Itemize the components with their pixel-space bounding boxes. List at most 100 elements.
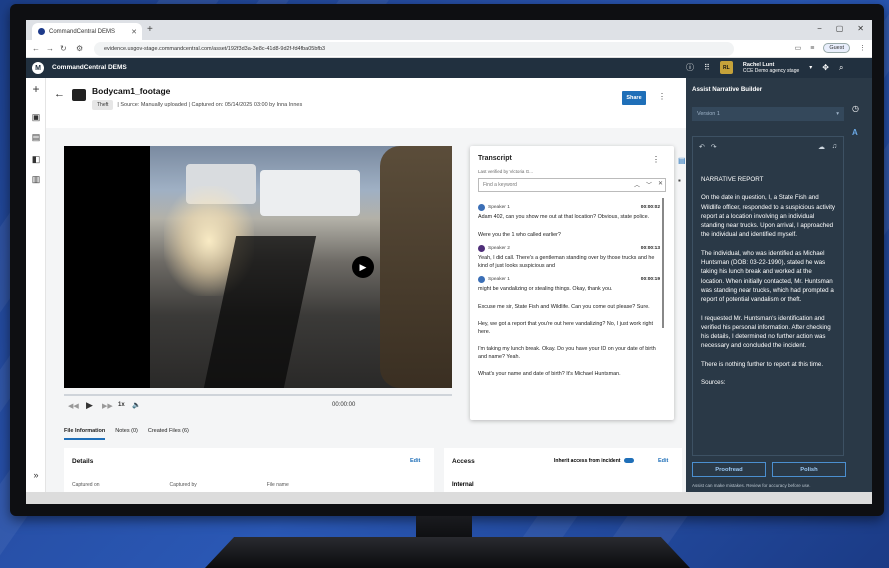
tab-file-information[interactable]: File Information	[64, 428, 106, 440]
timestamp[interactable]: 00:00:13	[641, 246, 660, 251]
narrative-paragraph: There is nothing further to report at th…	[701, 360, 824, 368]
narrative-paragraph: Sources:	[701, 379, 726, 387]
cloud-icon[interactable]: ☁	[818, 143, 825, 151]
close-window-icon[interactable]: ✕	[857, 24, 864, 33]
expand-rail-icon[interactable]: »	[31, 470, 41, 480]
forward-arrow-icon[interactable]: →	[46, 44, 54, 53]
guest-profile-button[interactable]: Guest	[823, 43, 850, 53]
narrative-paragraph: On the date in question, I, a State Fish…	[701, 194, 836, 239]
back-button[interactable]: ←	[54, 88, 65, 100]
browser-tab-bar: CommandCentral DEMS ✕ + − ▢ ✕	[26, 20, 872, 40]
apps-grid-icon[interactable]: ⠿	[704, 63, 710, 72]
disclaimer: Assist can make mistakes. Review for acc…	[692, 483, 811, 488]
narrative-paragraph: I requested Mr. Huntsman's identificatio…	[701, 314, 831, 350]
info-icon[interactable]: ⓘ	[686, 62, 694, 73]
details-panel: Details Edit Captured on Captured by Fil…	[64, 448, 434, 492]
asset-title-row: ← Bodycam1_footage Theft | Source: Manua…	[46, 78, 686, 128]
site-info-icon[interactable]: ⚙	[76, 44, 83, 53]
narrative-heading: NARRATIVE REPORT	[701, 176, 764, 183]
app-name: CommandCentral DEMS	[52, 64, 127, 71]
left-rail: + ▣ ▤ ◧ ▥ »	[26, 78, 46, 492]
play-icon[interactable]: ▶	[86, 400, 93, 411]
more-options-icon[interactable]: ⋮	[658, 92, 666, 101]
id-card-icon[interactable]: ▤	[31, 132, 41, 143]
cast-icon[interactable]: ▭	[795, 44, 802, 52]
keyword-search-input[interactable]: Find a keyword ︿ ﹀ ✕	[478, 178, 666, 192]
tab-notes[interactable]: Notes (0)	[115, 428, 138, 440]
report-icon[interactable]: ▥	[31, 174, 41, 185]
reload-icon[interactable]: ↻	[60, 44, 67, 53]
chevron-down-icon[interactable]: ﹀	[646, 180, 652, 189]
case-folder-icon[interactable]: ◧	[31, 154, 41, 165]
access-title: Access	[452, 458, 475, 465]
timestamp[interactable]: 00:00:19	[641, 277, 660, 282]
details-edit-button[interactable]: Edit	[410, 458, 420, 464]
transcript-line: What's your name and date of birth? It's…	[478, 371, 621, 377]
transcript-line: Adam 402, can you show me out at that lo…	[478, 214, 650, 220]
redo-icon[interactable]: ↷	[711, 144, 717, 151]
speaker-icon	[478, 276, 485, 283]
clear-icon[interactable]: ✕	[658, 180, 663, 189]
transcript-panel: Transcript ⋮ Last verified by Victoria G…	[470, 146, 674, 420]
move-icon[interactable]: ✥	[822, 63, 829, 72]
transcript-toggle-icon[interactable]: ▤	[678, 156, 686, 165]
timestamp[interactable]: 00:00:02	[641, 205, 660, 210]
dropdown-chevron-icon[interactable]: ▾	[809, 64, 812, 71]
avatar[interactable]: RL	[719, 61, 733, 74]
chevron-up-icon[interactable]: ︿	[634, 180, 640, 189]
tab-created-files[interactable]: Created Files (6)	[148, 428, 189, 440]
volume-icon[interactable]: 🔈	[132, 401, 141, 409]
monitor: CommandCentral DEMS ✕ + − ▢ ✕ ← → ↻ ⚙ ev…	[10, 4, 884, 516]
transcript-lines: Speaker 1 00:00:02 Adam 402, can you show…	[478, 198, 660, 379]
share-button[interactable]: Share	[622, 91, 646, 105]
monitor-icon[interactable]: ▣	[31, 112, 41, 123]
speaker-icon	[478, 245, 485, 252]
version-select[interactable]: Version 1 ▾	[692, 107, 844, 121]
new-tab-button[interactable]: +	[147, 24, 153, 35]
close-tab-icon[interactable]: ✕	[131, 28, 137, 36]
history-icon[interactable]: ◷	[852, 104, 859, 113]
app-header: M CommandCentral DEMS ⓘ ⠿ RL Rachel Lunt…	[26, 58, 872, 78]
access-edit-button[interactable]: Edit	[658, 458, 668, 464]
minimize-icon[interactable]: −	[817, 24, 822, 33]
maximize-icon[interactable]: ▢	[836, 24, 844, 33]
transcript-menu-icon[interactable]: ⋮	[652, 155, 660, 164]
speaker-row: Speaker 2 00:00:13	[478, 245, 660, 252]
transcript-line: I'm taking my lunch break. Okay. Do you …	[478, 346, 656, 360]
speaker-row: Speaker 1 00:00:19	[478, 276, 660, 283]
add-icon[interactable]: +	[31, 82, 41, 96]
back-arrow-icon[interactable]: ←	[32, 44, 40, 53]
address-bar: ← → ↻ ⚙ evidence.usgov-stage.commandcent…	[26, 40, 872, 58]
forward-icon[interactable]: ▶▶	[102, 402, 113, 410]
access-panel: Access Inherit access from incident Edit…	[444, 448, 682, 492]
captured-on-label: Captured on	[72, 482, 100, 488]
video-scrubber[interactable]	[64, 394, 452, 396]
text-format-icon[interactable]: A	[852, 128, 858, 137]
play-overlay-button[interactable]: ▶	[352, 256, 374, 278]
browser-tab[interactable]: CommandCentral DEMS ✕	[32, 23, 142, 40]
narrative-editor[interactable]: ↶ ↷ ☁ ♫ NARRATIVE REPORT On the date in …	[692, 136, 844, 456]
proofread-button[interactable]: Proofread	[692, 462, 766, 477]
inherit-access-toggle[interactable]	[624, 458, 635, 464]
player-controls: ◀◀ ▶ ▶▶ 1x 🔈 00:00:00	[64, 400, 452, 416]
undo-icon[interactable]: ↶	[699, 144, 705, 151]
speaker-icon	[478, 204, 485, 211]
polish-button[interactable]: Polish	[772, 462, 846, 477]
transcript-line: might be vandalizing or stealing things.…	[478, 286, 613, 292]
speed-selector[interactable]: 1x	[118, 402, 125, 408]
video-frame	[150, 146, 452, 388]
transcript-scrollbar[interactable]	[662, 198, 664, 328]
video-player[interactable]: ▶	[64, 146, 452, 388]
search-icon[interactable]: ⌕	[839, 63, 843, 73]
transcript-line: Excuse me sir, State Fish and Wildlife. …	[478, 303, 650, 310]
browser-menu-icon[interactable]: ⋮	[859, 44, 866, 52]
url-field[interactable]: evidence.usgov-stage.commandcentral.com/…	[94, 42, 734, 56]
comments-icon[interactable]: ▪	[678, 176, 681, 185]
user-info[interactable]: Rachel Lunt CCE Demo agency stage	[743, 62, 799, 74]
category-badge: Theft	[92, 100, 114, 110]
rewind-icon[interactable]: ◀◀	[68, 402, 79, 410]
extensions-icon[interactable]: ≡	[810, 45, 814, 52]
video-file-icon	[72, 89, 86, 101]
headset-icon[interactable]: ♫	[832, 143, 837, 150]
inherit-access-label: Inherit access from incident	[554, 458, 635, 464]
